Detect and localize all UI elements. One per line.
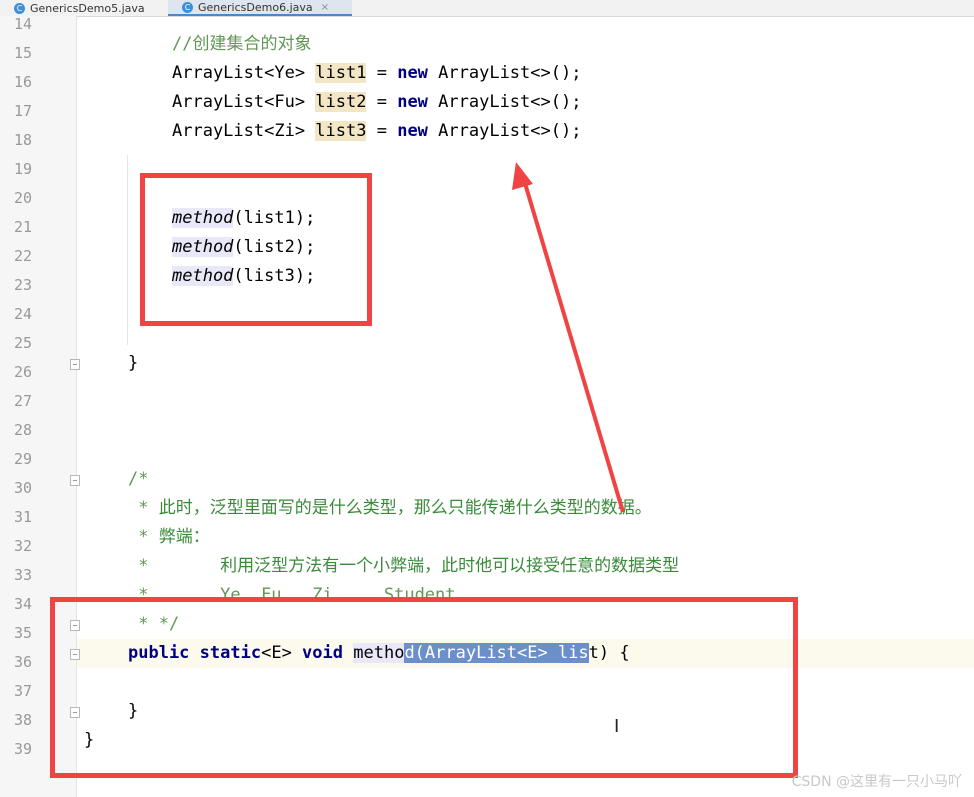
comment-star: * [128, 527, 159, 547]
line-number: 18 [13, 131, 32, 149]
comment-star: * [128, 556, 221, 576]
operator: = [366, 92, 398, 112]
keyword: new [397, 63, 428, 83]
line-number: 21 [13, 218, 32, 236]
line-number: 35 [13, 624, 32, 642]
type: ArrayList<Fu> [172, 92, 316, 112]
fold-marker-icon[interactable] [70, 359, 80, 370]
line-number: 39 [13, 740, 32, 758]
comment-text: 此时，泛型里面写的是什么类型，那么只能传递什么类型的数据。 [158, 498, 652, 518]
line-number: 17 [13, 102, 32, 120]
code-line-14[interactable]: //创建集合的对象 [172, 30, 311, 59]
line-number: 14 [13, 15, 32, 33]
comment-star: * [128, 498, 159, 518]
operator: = [366, 63, 398, 83]
line-number: 30 [13, 479, 32, 497]
editor-tab-bar: C GenericsDemo5.java C GenericsDemo6.jav… [0, 0, 974, 17]
code-line-17[interactable]: ArrayList<Zi> list3 = new ArrayList<>(); [172, 117, 581, 146]
annotation-box-method-calls [140, 173, 372, 326]
line-number: 13 [0, 0, 32, 10]
arrow-head-icon [512, 162, 533, 190]
line-number: 29 [13, 450, 32, 468]
line-number: 19 [13, 160, 32, 178]
indent-guide [127, 155, 128, 345]
constructor: ArrayList<>(); [427, 121, 582, 141]
constructor: ArrayList<>(); [427, 92, 582, 112]
code-line-29[interactable]: /* [128, 465, 148, 494]
tab-genericsdemo6[interactable]: C GenericsDemo6.java × [168, 0, 352, 16]
code-line-30[interactable]: * 此时，泛型里面写的是什么类型，那么只能传递什么类型的数据。 [128, 494, 652, 523]
code-line-31[interactable]: * 弊端： [128, 523, 210, 552]
code-line-16[interactable]: ArrayList<Fu> list2 = new ArrayList<>(); [172, 88, 581, 117]
operator: = [366, 121, 398, 141]
line-number: 27 [13, 392, 32, 410]
variable: list3 [315, 121, 367, 141]
line-number: 25 [13, 334, 32, 352]
keyword: new [397, 121, 428, 141]
type: ArrayList<Zi> [172, 121, 316, 141]
fold-marker-icon[interactable] [70, 475, 80, 486]
line-number: 23 [13, 276, 32, 294]
comment-text: 弊端： [158, 527, 210, 547]
line-number: 15 [13, 44, 32, 62]
variable: list1 [315, 63, 367, 83]
variable: list2 [315, 92, 367, 112]
type: ArrayList<Ye> [172, 63, 316, 83]
constructor: ArrayList<>(); [427, 63, 582, 83]
text-cursor-icon: I [614, 716, 620, 737]
java-class-icon: C [182, 1, 193, 13]
line-number: 33 [13, 566, 32, 584]
code-line-25[interactable]: } [128, 349, 138, 378]
line-number: 28 [13, 421, 32, 439]
line-number: 22 [13, 247, 32, 265]
annotation-box-method-definition [50, 597, 798, 778]
line-number: 24 [13, 305, 32, 323]
close-icon[interactable]: × [321, 2, 329, 13]
line-number: 32 [13, 537, 32, 555]
line-number: 26 [13, 363, 32, 381]
line-number: 38 [13, 711, 32, 729]
line-number: 37 [13, 682, 32, 700]
tab-label: GenericsDemo5.java [30, 1, 145, 15]
comment-text: 利用泛型方法有一个小弊端，此时他可以接受任意的数据类型 [220, 556, 680, 576]
line-number: 16 [13, 73, 32, 91]
code-line-15[interactable]: ArrayList<Ye> list1 = new ArrayList<>(); [172, 59, 581, 88]
line-number: 31 [13, 508, 32, 526]
arrow-shaft [522, 179, 625, 513]
line-number: 20 [13, 189, 32, 207]
keyword: new [397, 92, 428, 112]
line-number: 34 [13, 595, 32, 613]
line-number: 36 [13, 653, 32, 671]
tab-label: GenericsDemo6.java [198, 0, 313, 14]
watermark: CSDN @这里有一只小马吖 [791, 774, 962, 790]
code-line-32[interactable]: * 利用泛型方法有一个小弊端，此时他可以接受任意的数据类型 [128, 552, 679, 581]
